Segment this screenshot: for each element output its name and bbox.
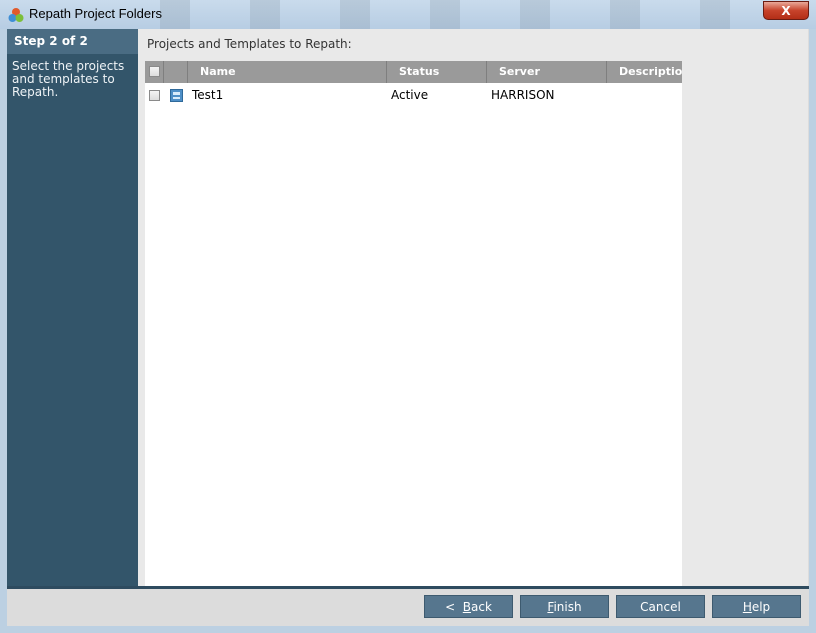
- window-title: Repath Project Folders: [29, 6, 162, 21]
- wizard-sidebar: Step 2 of 2 Select the projects and temp…: [7, 29, 138, 586]
- table-row[interactable]: Test1 Active HARRISON: [145, 84, 682, 106]
- select-all-checkbox[interactable]: [149, 66, 160, 77]
- close-icon: X: [781, 4, 791, 18]
- help-mnemonic: H: [742, 600, 752, 614]
- step-description: Select the projects and templates to Rep…: [12, 59, 125, 99]
- column-header-description[interactable]: Description: [607, 61, 682, 83]
- column-header-status[interactable]: Status: [387, 61, 487, 83]
- help-label-rest: elp: [751, 600, 771, 614]
- finish-label-rest: inish: [553, 600, 582, 614]
- back-mnemonic: B: [462, 600, 472, 614]
- projects-grid[interactable]: Name Status Server Description Test1 Act…: [145, 61, 682, 586]
- column-header-name[interactable]: Name: [188, 61, 387, 83]
- row-checkbox[interactable]: [149, 90, 160, 101]
- back-label-rest: ack: [471, 600, 492, 614]
- button-bar: < Back Finish Cancel Help: [7, 589, 809, 626]
- app-icon: [8, 8, 24, 22]
- header-select-all-cell: [145, 61, 164, 83]
- column-header-server[interactable]: Server: [487, 61, 607, 83]
- row-status: Active: [391, 88, 429, 102]
- header-icon-cell: [164, 61, 188, 83]
- step-indicator: Step 2 of 2: [7, 29, 138, 54]
- row-server: HARRISON: [491, 88, 555, 102]
- main-panel: Projects and Templates to Repath: Name S…: [138, 29, 808, 586]
- grid-header: Name Status Server Description: [145, 61, 682, 83]
- title-bar[interactable]: Repath Project Folders X: [0, 0, 816, 29]
- close-button[interactable]: X: [763, 1, 809, 20]
- dialog-client: Step 2 of 2 Select the projects and temp…: [7, 29, 809, 626]
- back-arrow: <: [445, 600, 456, 614]
- section-label: Projects and Templates to Repath:: [147, 37, 352, 51]
- cancel-button[interactable]: Cancel: [616, 595, 705, 618]
- finish-button[interactable]: Finish: [520, 595, 609, 618]
- help-button[interactable]: Help: [712, 595, 801, 618]
- cancel-label: Cancel: [640, 600, 681, 614]
- row-name: Test1: [192, 88, 224, 102]
- back-button[interactable]: < Back: [424, 595, 513, 618]
- background-window-ghost: [160, 0, 760, 29]
- project-icon: [170, 89, 183, 102]
